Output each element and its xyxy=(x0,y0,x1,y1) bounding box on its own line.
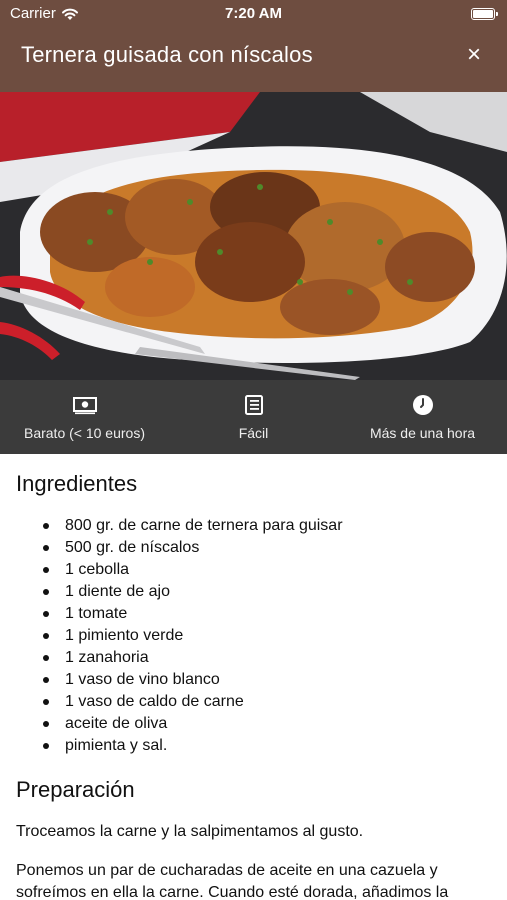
battery-icon xyxy=(471,8,498,20)
preparation-heading: Preparación xyxy=(16,777,135,802)
book-icon xyxy=(244,395,263,415)
meta-cost: Barato (< 10 euros) xyxy=(0,380,169,454)
ingredient-item: 1 cebolla xyxy=(43,559,343,581)
recipe-photo xyxy=(0,92,507,380)
ingredient-item: 1 vaso de vino blanco xyxy=(43,669,343,691)
ingredient-item: 1 vaso de caldo de carne xyxy=(43,691,343,713)
page-title: Ternera guisada con níscalos xyxy=(21,42,313,67)
ingredient-item: 1 pimiento verde xyxy=(43,625,343,647)
preparation-paragraph: Ponemos un par de cucharadas de aceite e… xyxy=(16,862,449,900)
ingredient-item: 1 diente de ajo xyxy=(43,581,343,603)
clock-icon xyxy=(412,395,433,415)
ingredient-item: 800 gr. de carne de ternera para guisar xyxy=(43,515,343,537)
meta-difficulty: Fácil xyxy=(169,380,338,454)
status-time: 7:20 AM xyxy=(225,5,282,22)
ingredient-item: 500 gr. de níscalos xyxy=(43,537,343,559)
ingredient-item: aceite de oliva xyxy=(43,713,343,735)
close-button[interactable]: × xyxy=(463,43,485,67)
meta-time-label: Más de una hora xyxy=(369,425,476,441)
recipe-meta-bar: Barato (< 10 euros) Fácil Más de una hor… xyxy=(0,380,507,454)
meta-time: Más de una hora xyxy=(338,380,507,454)
ingredient-item: pimienta y sal. xyxy=(43,735,343,757)
money-icon xyxy=(72,397,97,415)
ingredient-item: 1 tomate xyxy=(43,603,343,625)
recipe-content: Ingredientes 800 gr. de carne de ternera… xyxy=(0,454,507,900)
app-header: Carrier 7:20 AM Ternera guisada con nísc… xyxy=(0,0,507,92)
preparation-paragraph: Troceamos la carne y la salpimentamos al… xyxy=(16,823,364,840)
ingredients-heading: Ingredientes xyxy=(16,471,138,496)
ingredients-list: 800 gr. de carne de ternera para guisar … xyxy=(0,515,343,757)
meta-difficulty-label: Fácil xyxy=(238,425,269,441)
status-bar: Carrier 7:20 AM xyxy=(0,0,507,28)
meta-cost-label: Barato (< 10 euros) xyxy=(23,425,145,441)
ingredient-item: 1 zanahoria xyxy=(43,647,343,669)
